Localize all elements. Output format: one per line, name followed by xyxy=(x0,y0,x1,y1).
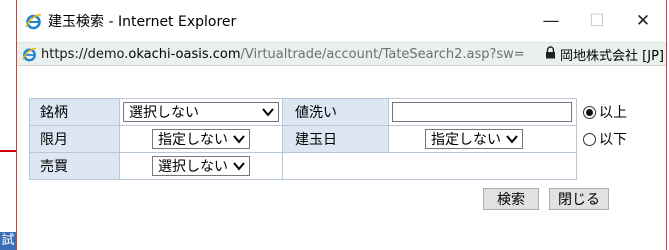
action-buttons: 検索 閉じる xyxy=(483,188,609,210)
gengetsu-select-value: 指定しない xyxy=(158,132,228,148)
chevron-down-icon xyxy=(233,162,245,171)
search-table: 銘柄 選択しない 値洗い 以上 限月 指定しない 建玉日 指定しない 以下 売買… xyxy=(29,98,654,180)
close-window-button[interactable]: ✕ xyxy=(620,0,666,42)
form-row: 限月 指定しない 建玉日 指定しない 以下 xyxy=(29,125,654,153)
radio-below-dot[interactable] xyxy=(583,132,596,146)
tategyokubi-label: 建玉日 xyxy=(282,125,389,153)
chevron-down-icon xyxy=(262,108,274,117)
tategyokubi-select[interactable]: 指定しない xyxy=(425,129,523,149)
lock-icon xyxy=(545,45,556,63)
baibai-select[interactable]: 選択しない xyxy=(152,156,250,176)
search-button[interactable]: 検索 xyxy=(483,188,539,210)
radio-above-label: 以上 xyxy=(599,105,627,121)
baibai-select-value: 選択しない xyxy=(158,159,228,175)
chevron-down-icon xyxy=(506,135,518,144)
radio-above[interactable]: 以上 xyxy=(583,102,653,122)
maximize-button[interactable]: ☐ xyxy=(574,0,620,42)
close-icon: ✕ xyxy=(635,11,651,31)
radio-above-dot[interactable] xyxy=(583,105,596,119)
certificate-owner: 岡地株式会社 [JP] xyxy=(560,48,664,64)
close-button[interactable]: 閉じる xyxy=(549,188,609,210)
tategyokubi-select-value: 指定しない xyxy=(431,132,501,148)
nearai-input[interactable] xyxy=(392,102,572,122)
ie-icon xyxy=(25,13,42,30)
minimize-button[interactable]: — xyxy=(528,0,574,42)
background-red-line xyxy=(0,150,16,152)
url-scheme: https://demo. xyxy=(41,46,129,62)
title-bar[interactable]: 建玉検索 - Internet Explorer — ☐ ✕ xyxy=(17,0,666,42)
maximize-icon: ☐ xyxy=(589,11,605,31)
gengetsu-select[interactable]: 指定しない xyxy=(152,129,250,149)
popup-window: 建玉検索 - Internet Explorer — ☐ ✕ https://d… xyxy=(16,0,667,250)
window-title: 建玉検索 - Internet Explorer xyxy=(48,14,237,30)
url-host: okachi-oasis.com xyxy=(128,46,241,62)
background-edge-tab: 試 xyxy=(0,232,16,250)
radio-below[interactable]: 以下 xyxy=(583,129,653,149)
address-bar[interactable]: https://demo. okachi-oasis.com/Virtualtra… xyxy=(17,42,666,66)
minimize-icon: — xyxy=(542,11,560,31)
form-row: 銘柄 選択しない 値洗い 以上 xyxy=(29,98,654,126)
ie-icon xyxy=(22,47,37,62)
gengetsu-label: 限月 xyxy=(29,125,120,153)
baibai-label: 売買 xyxy=(29,152,120,180)
background-edge-text: 試 xyxy=(1,233,15,248)
meigara-select[interactable]: 選択しない xyxy=(123,102,279,122)
empty-cell xyxy=(282,152,577,180)
chevron-down-icon xyxy=(233,135,245,144)
meigara-label: 銘柄 xyxy=(29,98,120,126)
radio-below-label: 以下 xyxy=(599,132,627,148)
form-row: 売買 選択しない xyxy=(29,152,654,180)
certificate-badge[interactable]: 岡地株式会社 [JP] xyxy=(537,43,666,65)
url-path: /Virtualtrade/account/TateSearch2.asp?sw… xyxy=(240,46,525,62)
meigara-select-value: 選択しない xyxy=(129,105,199,121)
nearai-label: 値洗い xyxy=(282,98,389,126)
